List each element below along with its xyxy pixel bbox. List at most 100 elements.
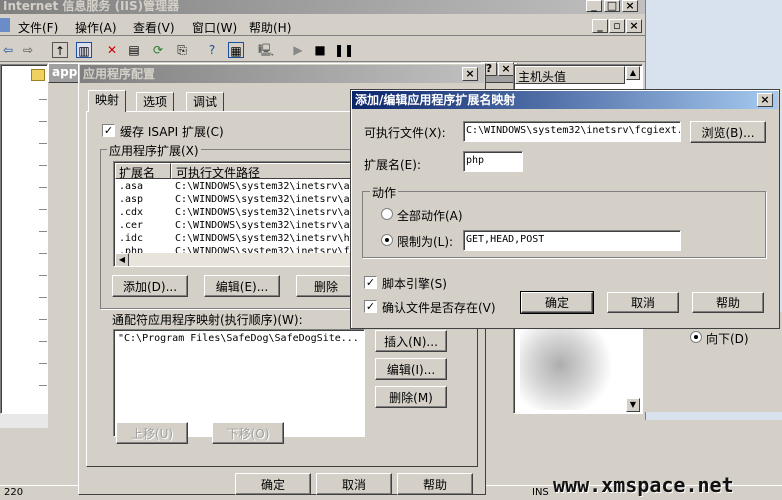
tree-pane[interactable] [0, 64, 48, 414]
menu-file[interactable]: 文件(F) [18, 19, 58, 36]
verify-file-checkbox[interactable]: ✓ [364, 300, 377, 313]
ext-ok-button[interactable]: 确定 [520, 291, 594, 314]
ext-cancel-label: 取消 [630, 296, 655, 310]
stop-icon[interactable]: ■ [312, 42, 328, 58]
insert-button[interactable]: 插入(N)... [375, 330, 447, 352]
exec-value: C:\WINDOWS\system32\inetsrv\fcgiext. [466, 125, 681, 136]
menu-help[interactable]: 帮助(H) [249, 19, 291, 36]
tab-debug[interactable]: 调试 [186, 92, 225, 111]
app-config-cancel-label: 取消 [341, 477, 366, 492]
right-scroll-up[interactable]: ▲ [626, 66, 640, 80]
child-minimize-button[interactable]: _ [592, 19, 608, 33]
app-config-ok-label: 确定 [260, 477, 285, 492]
delete-icon[interactable]: ✕ [104, 42, 120, 58]
move-up-button[interactable]: 上移(U) [116, 422, 188, 444]
console-icon[interactable]: ▦ [228, 42, 244, 58]
table-row[interactable]: .asp C:\WINDOWS\system32\inetsrv\a [115, 193, 352, 206]
table-row[interactable]: .cdx C:\WINDOWS\system32\inetsrv\a [115, 206, 352, 219]
forward-arrow-icon[interactable]: ⇨ [20, 42, 36, 58]
delete2-button[interactable]: 删除(M) [375, 386, 447, 408]
add-button[interactable]: 添加(D)... [112, 275, 188, 297]
ext-field[interactable]: php [463, 151, 523, 172]
wildcard-label: 通配符应用程序映射(执行顺序)(W): [112, 313, 303, 327]
ext-help-label: 帮助 [715, 296, 740, 310]
wildcard-list[interactable]: "C:\Program Files\SafeDog\SafeDogSite... [113, 329, 365, 437]
right-header-label: 主机头值 [518, 70, 567, 84]
pause-icon[interactable]: ❚❚ [334, 42, 354, 58]
export-icon[interactable]: ⎘ [174, 42, 190, 58]
computer-icon[interactable]: 🖳 [258, 42, 274, 58]
exec-label: 可执行文件(X): [364, 126, 446, 140]
tab-options[interactable]: 选项 [136, 92, 175, 111]
right-list-header: 主机头值 [515, 66, 625, 84]
ext-cell: .cer [119, 220, 144, 231]
table-row[interactable]: .asa C:\WINDOWS\system32\inetsrv\a [115, 180, 352, 193]
app-config-cancel-button[interactable]: 取消 [316, 473, 392, 495]
watermark: www.xmspace.net [553, 473, 734, 497]
tab-mapping[interactable]: 映射 [88, 90, 127, 112]
edit2-button-label: 编辑(I)... [386, 362, 436, 377]
show-tree-icon[interactable]: ▥ [76, 42, 92, 58]
app-icon [0, 18, 10, 32]
ext-ok-label: 确定 [544, 296, 569, 310]
ext-scroll-left[interactable]: ◀ [115, 253, 129, 266]
up-folder-icon[interactable]: ↑ [52, 42, 68, 58]
app-config-close-button[interactable]: × [462, 67, 478, 81]
table-row[interactable]: .idc C:\WINDOWS\system32\inetsrv\h [115, 232, 352, 245]
edit-button[interactable]: 编辑(E)... [204, 275, 280, 297]
ext-dialog-close-button[interactable]: × [757, 93, 773, 107]
menu-action[interactable]: 操作(A) [75, 19, 117, 36]
main-close-button[interactable]: × [622, 0, 638, 12]
ext-help-button[interactable]: 帮助 [692, 292, 764, 313]
back-arrow-icon[interactable]: ⇦ [0, 42, 16, 58]
ext-label: 扩展名(E): [364, 158, 421, 172]
menu-window[interactable]: 窗口(W) [192, 19, 237, 36]
col-header-ext-label: 扩展名 [119, 166, 156, 180]
toolbar: ⇦ ⇨ ↑ ▥ ✕ ▤ ⟳ ⎘ ? ▦ 🖳 ▶ ■ ❚❚ [0, 38, 645, 62]
menu-view[interactable]: 查看(V) [133, 19, 175, 36]
main-minimize-button[interactable]: _ [586, 0, 602, 12]
extensions-list[interactable]: 扩展名 可执行文件路径 .asa C:\WINDOWS\system32\inet… [113, 161, 353, 267]
path-cell: C:\WINDOWS\system32\inetsrv\a [175, 181, 350, 192]
right-scroll-down[interactable]: ▼ [626, 398, 640, 412]
play-icon[interactable]: ▶ [290, 42, 306, 58]
path-cell: C:\WINDOWS\system32\inetsrv\h [175, 233, 350, 244]
blurred-content [520, 320, 620, 410]
cache-isapi-label: 缓存 ISAPI 扩展(C) [120, 125, 224, 139]
all-verbs-label: 全部动作(A) [397, 209, 463, 223]
delete-button[interactable]: 删除 [296, 275, 356, 297]
right-radio-down-2[interactable] [690, 331, 702, 343]
table-row[interactable]: .cer C:\WINDOWS\system32\inetsrv\a [115, 219, 352, 232]
wildcard-item[interactable]: "C:\Program Files\SafeDog\SafeDogSite... [118, 333, 359, 344]
tree-folder-icon [31, 69, 45, 81]
child-close-button[interactable]: × [626, 19, 642, 33]
tree-hscroll[interactable] [0, 414, 48, 428]
refresh-icon[interactable]: ⟳ [150, 42, 166, 58]
col-header-ext[interactable]: 扩展名 [115, 163, 171, 180]
exec-field[interactable]: C:\WINDOWS\system32\inetsrv\fcgiext. [463, 121, 681, 142]
main-maximize-button[interactable]: □ [604, 0, 620, 12]
col-header-path-label: 可执行文件路径 [176, 166, 261, 180]
behind-dialog-close-button[interactable]: × [498, 62, 514, 76]
action-group-label: 动作 [370, 184, 399, 201]
col-header-path[interactable]: 可执行文件路径 [171, 163, 352, 180]
help-icon[interactable]: ? [204, 42, 220, 58]
limit-to-label: 限制为(L): [397, 235, 454, 249]
cache-isapi-checkbox[interactable]: ✓ [102, 124, 115, 137]
all-verbs-radio[interactable] [381, 208, 393, 220]
app-config-ok-button[interactable]: 确定 [235, 473, 311, 495]
limit-to-radio[interactable] [381, 234, 393, 246]
status-left: 220 [4, 487, 24, 498]
move-down-button[interactable]: 下移(O) [212, 422, 284, 444]
tree-expanders [39, 85, 47, 405]
edit2-button[interactable]: 编辑(I)... [375, 358, 447, 380]
properties-icon[interactable]: ▤ [126, 42, 142, 58]
move-down-button-label: 下移(O) [226, 426, 270, 441]
verbs-field[interactable]: GET,HEAD,POST [463, 230, 681, 251]
app-config-help-button[interactable]: 帮助 [397, 473, 473, 495]
script-engine-checkbox[interactable]: ✓ [364, 276, 377, 289]
ext-cancel-button[interactable]: 取消 [607, 292, 679, 313]
child-restore-button[interactable]: ▫ [609, 19, 625, 33]
ext-hscroll[interactable]: ◀ [115, 253, 352, 266]
browse-button[interactable]: 浏览(B)... [690, 121, 766, 143]
